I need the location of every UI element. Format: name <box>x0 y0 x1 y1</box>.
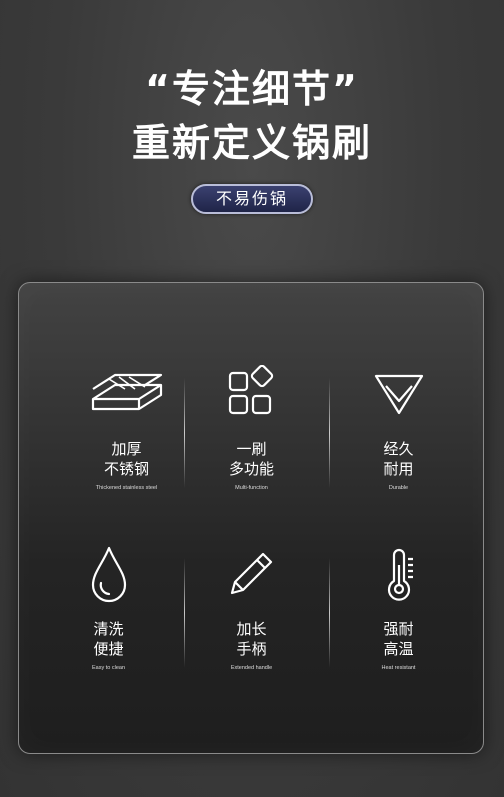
feature-subtitle-2: Multi-function <box>235 485 268 491</box>
feature-durable: 经久 耐用 Durable <box>321 365 476 545</box>
feature-card: 加厚 不锈钢 Thickened stainless steel 一刷 多功能 … <box>18 282 484 754</box>
thermometer-icon <box>387 548 413 601</box>
feature-heat-resistant: 强耐 高温 Heat resistant <box>321 545 476 725</box>
feature-title-4b: 便捷 <box>93 640 124 658</box>
water-drop-icon <box>91 546 126 603</box>
feature-title-5a: 加长 <box>236 620 267 638</box>
grid-icon <box>228 365 273 415</box>
feature-subtitle-4: Easy to clean <box>91 665 126 671</box>
headline-line1: “专注细节” <box>145 67 359 111</box>
feature-title-6b: 高温 <box>383 640 414 658</box>
feature-title-2a: 一刷 <box>236 440 267 458</box>
pencil-icon <box>230 552 272 595</box>
feature-multi-function: 一刷 多功能 Multi-function <box>174 365 329 545</box>
layers-icon <box>91 373 162 411</box>
feature-title-6a: 强耐 <box>383 620 414 638</box>
diamond-icon <box>374 374 423 415</box>
feature-subtitle-3: Durable <box>388 485 409 491</box>
feature-badge: 不易伤锅 <box>191 184 313 214</box>
headline-line2: 重新定义锅刷 <box>131 121 372 165</box>
feature-easy-clean: 清洗 便捷 Easy to clean <box>31 545 186 725</box>
feature-title-2b: 多功能 <box>228 460 274 478</box>
feature-title-5b: 手柄 <box>236 640 267 658</box>
feature-title-4a: 清洗 <box>93 620 124 638</box>
feature-title-3b: 耐用 <box>383 460 414 478</box>
feature-subtitle-5: Extended handle <box>230 665 273 671</box>
feature-extended-handle: 加长 手柄 Extended handle <box>174 545 329 725</box>
feature-title-3a: 经久 <box>383 440 414 458</box>
feature-subtitle-6: Heat resistant <box>381 665 416 671</box>
